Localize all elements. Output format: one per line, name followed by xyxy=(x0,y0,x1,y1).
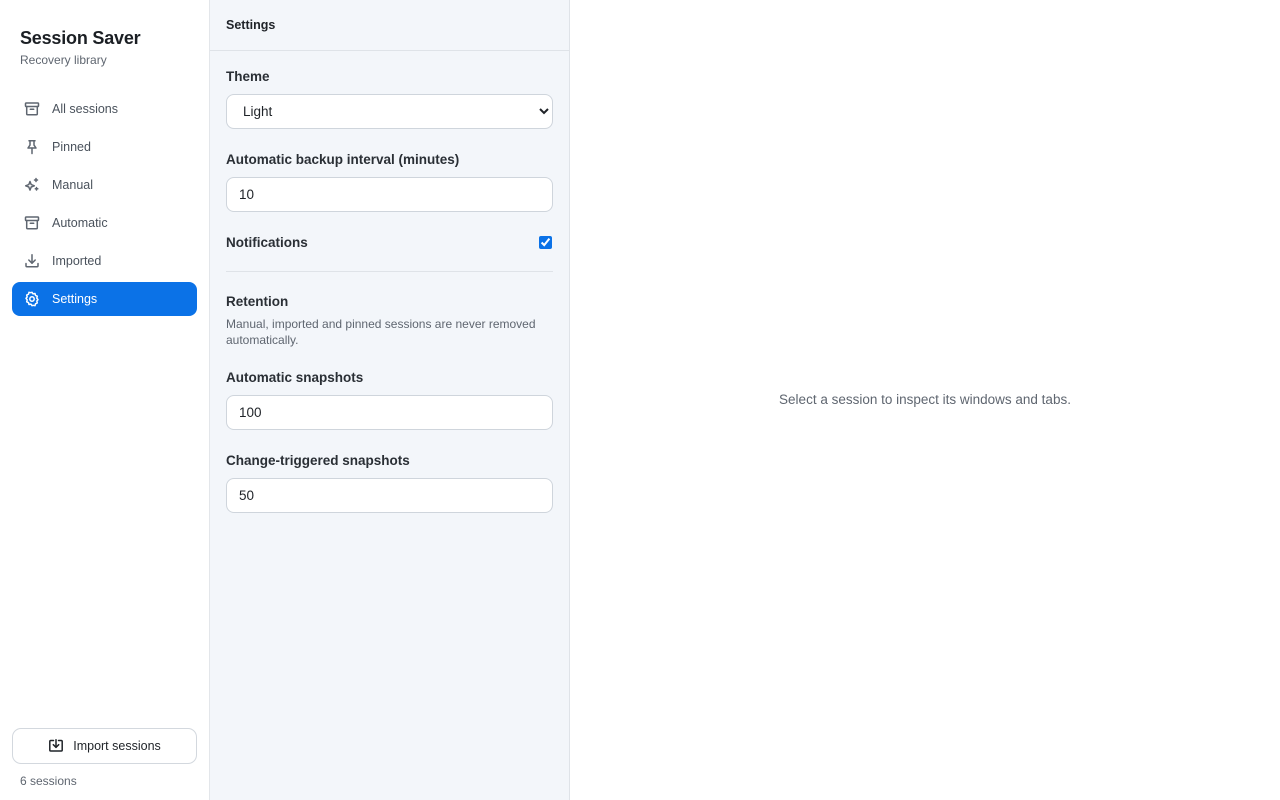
sidebar-item-all-sessions[interactable]: All sessions xyxy=(12,92,197,126)
sparkles-icon xyxy=(24,177,40,193)
session-detail: Select a session to inspect its windows … xyxy=(570,0,1280,800)
import-sessions-label: Import sessions xyxy=(73,739,161,753)
retention-note: Manual, imported and pinned sessions are… xyxy=(226,317,536,347)
notifications-checkbox[interactable] xyxy=(539,236,552,249)
archive-icon xyxy=(24,101,40,117)
change-triggered-snapshots-input[interactable] xyxy=(226,478,553,513)
settings-form: Theme Light Automatic backup interval (m… xyxy=(226,51,553,513)
automatic-snapshots-input[interactable] xyxy=(226,395,553,430)
sidebar-item-label: Pinned xyxy=(52,140,91,154)
sidebar-item-label: Imported xyxy=(52,254,102,268)
import-sessions-button[interactable]: Import sessions xyxy=(12,728,197,764)
sidebar-item-settings[interactable]: Settings xyxy=(12,282,197,316)
backup-interval-label: Automatic backup interval (minutes) xyxy=(226,152,460,167)
sidebar-nav: All sessions Pinned Manual Automatic Imp… xyxy=(12,92,197,320)
sidebar-item-pinned[interactable]: Pinned xyxy=(12,130,197,164)
sidebar-item-label: All sessions xyxy=(52,102,118,116)
empty-state-message: Select a session to inspect its windows … xyxy=(779,392,1071,407)
brand: Session Saver Recovery library xyxy=(20,28,141,67)
session-count: 6 sessions xyxy=(20,774,77,788)
import-icon xyxy=(48,738,64,754)
app-title: Session Saver xyxy=(20,28,141,48)
notifications-row: Notifications xyxy=(226,235,553,250)
change-triggered-snapshots-label: Change-triggered snapshots xyxy=(226,453,410,468)
pin-icon xyxy=(24,139,40,155)
settings-header: Settings xyxy=(210,0,569,51)
sidebar-item-label: Manual xyxy=(52,178,93,192)
theme-select[interactable]: Light xyxy=(226,94,553,129)
retention-title: Retention xyxy=(226,294,289,309)
sidebar-item-imported[interactable]: Imported xyxy=(12,244,197,278)
download-icon xyxy=(24,253,40,269)
sidebar: Session Saver Recovery library All sessi… xyxy=(0,0,210,800)
sidebar-item-automatic[interactable]: Automatic xyxy=(12,206,197,240)
gear-icon xyxy=(24,291,40,307)
sidebar-item-label: Settings xyxy=(52,292,98,306)
notifications-label: Notifications xyxy=(226,235,308,250)
backup-interval-input[interactable] xyxy=(226,177,553,212)
settings-panel: Settings Theme Light Automatic backup in… xyxy=(210,0,570,800)
divider xyxy=(226,271,553,272)
theme-label: Theme xyxy=(226,69,270,84)
sidebar-item-label: Automatic xyxy=(52,216,108,230)
app-subtitle: Recovery library xyxy=(20,53,107,67)
automatic-snapshots-label: Automatic snapshots xyxy=(226,370,364,385)
archive-icon xyxy=(24,215,40,231)
sidebar-item-manual[interactable]: Manual xyxy=(12,168,197,202)
